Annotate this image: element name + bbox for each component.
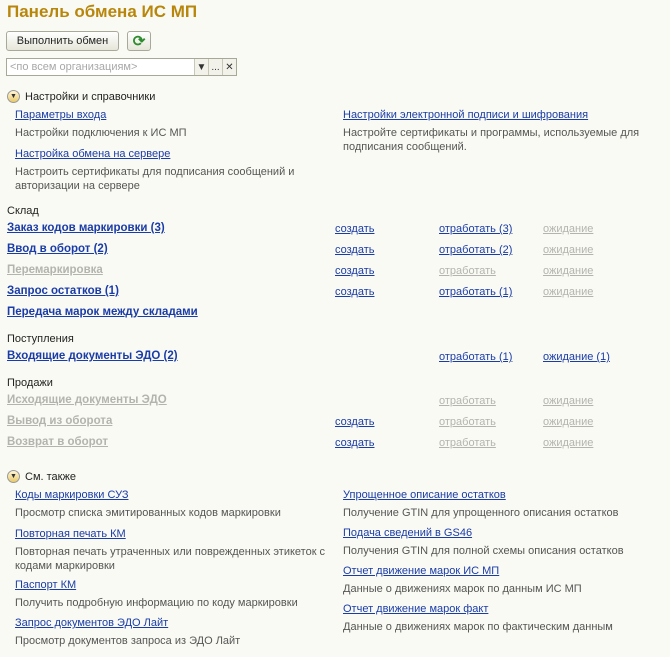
see-also-passport-link[interactable]: Паспорт КМ [15,579,76,591]
doc-row-name[interactable]: Входящие документы ЭДО (2) [7,350,178,362]
see-also-gs46-link[interactable]: Подача сведений в GS46 [343,527,472,539]
doc-row-name[interactable]: Исходящие документы ЭДО [7,394,167,406]
process-link[interactable]: отработать [439,437,496,449]
settings-esignature-link[interactable]: Настройки электронной подписи и шифрован… [343,109,588,121]
see-also-reprint-link[interactable]: Повторная печать КМ [15,528,126,540]
see-also-reprint-desc: Повторная печать утраченных или поврежде… [15,546,326,572]
see-also-section-header[interactable]: ▼ См. также [7,470,76,483]
process-link[interactable]: отработать [439,416,496,428]
refresh-button[interactable]: ⟳ [127,31,151,51]
process-link[interactable]: отработать (3) [439,223,512,235]
see-also-edo-lite-desc: Просмотр документов запроса из ЭДО Лайт [15,635,241,647]
see-also-suz-codes-link[interactable]: Коды маркировки СУЗ [15,489,128,501]
doc-row-name[interactable]: Возврат в оборот [7,436,108,448]
doc-row-name[interactable]: Вывод из оборота [7,415,112,427]
process-link[interactable]: отработать (1) [439,351,512,363]
doc-row-name[interactable]: Ввод в оборот (2) [7,243,108,255]
dropdown-arrow-icon[interactable]: ▼ [194,59,208,75]
clear-icon[interactable]: ✕ [222,59,236,75]
waiting-link[interactable]: ожидание [543,437,593,449]
see-also-passport-desc: Получить подробную информацию по коду ма… [15,597,298,609]
group-sales: Продажи [7,377,53,389]
process-link[interactable]: отработать [439,265,496,277]
see-also-suz-codes-desc: Просмотр списка эмитированных кодов марк… [15,507,281,519]
organization-input[interactable] [7,59,194,75]
execute-exchange-button[interactable]: Выполнить обмен [6,31,119,51]
waiting-link[interactable]: ожидание [543,223,593,235]
see-also-gs46-desc: Получения GTIN для полной схемы описания… [343,545,624,557]
settings-login-params-link[interactable]: Параметры входа [15,109,106,121]
collapse-chevron-icon[interactable]: ▼ [7,470,20,483]
waiting-link[interactable]: ожидание [543,395,593,407]
waiting-link[interactable]: ожидание [543,244,593,256]
select-button[interactable]: ... [208,59,222,75]
process-link[interactable]: отработать [439,395,496,407]
waiting-link[interactable]: ожидание [543,416,593,428]
see-also-edo-lite-link[interactable]: Запрос документов ЭДО Лайт [15,617,168,629]
settings-login-params-desc: Настройки подключения к ИС МП [15,127,187,139]
doc-row-name[interactable]: Заказ кодов маркировки (3) [7,222,165,234]
doc-row-name[interactable]: Передача марок между складами [7,306,198,318]
doc-row-name[interactable]: Перемаркировка [7,264,103,276]
page-title: Панель обмена ИС МП [7,2,198,21]
create-link[interactable]: создать [335,244,374,256]
create-link[interactable]: создать [335,265,374,277]
settings-section-title: Настройки и справочники [25,90,156,103]
waiting-link[interactable]: ожидание [543,265,593,277]
see-also-report-ismp-desc: Данные о движениях марок по данным ИС МП [343,583,582,595]
see-also-simple-stock-link[interactable]: Упрощенное описание остатков [343,489,506,501]
group-receipts: Поступления [7,333,74,345]
doc-row-name[interactable]: Запрос остатков (1) [7,285,119,297]
collapse-chevron-icon[interactable]: ▼ [7,90,20,103]
see-also-section-title: См. также [25,470,76,483]
see-also-simple-stock-desc: Получение GTIN для упрощенного описания … [343,507,619,519]
see-also-report-fact-link[interactable]: Отчет движение марок факт [343,603,488,615]
create-link[interactable]: создать [335,437,374,449]
create-link[interactable]: создать [335,416,374,428]
see-also-report-fact-desc: Данные о движениях марок по фактическим … [343,621,613,633]
process-link[interactable]: отработать (2) [439,244,512,256]
refresh-icon: ⟳ [132,32,146,50]
group-warehouse: Склад [7,205,39,217]
settings-server-exchange-desc: Настроить сертификаты для подписания соо… [15,166,295,192]
create-link[interactable]: создать [335,223,374,235]
settings-section-header[interactable]: ▼ Настройки и справочники [7,90,155,103]
see-also-report-ismp-link[interactable]: Отчет движение марок ИС МП [343,565,499,577]
process-link[interactable]: отработать (1) [439,286,512,298]
create-link[interactable]: создать [335,286,374,298]
waiting-link[interactable]: ожидание [543,286,593,298]
waiting-link[interactable]: ожидание (1) [543,351,610,363]
settings-server-exchange-link[interactable]: Настройка обмена на сервере [15,148,170,160]
organization-filter[interactable]: ▼ ... ✕ [6,58,237,76]
settings-esignature-desc: Настройте сертификаты и программы, испол… [343,127,640,153]
